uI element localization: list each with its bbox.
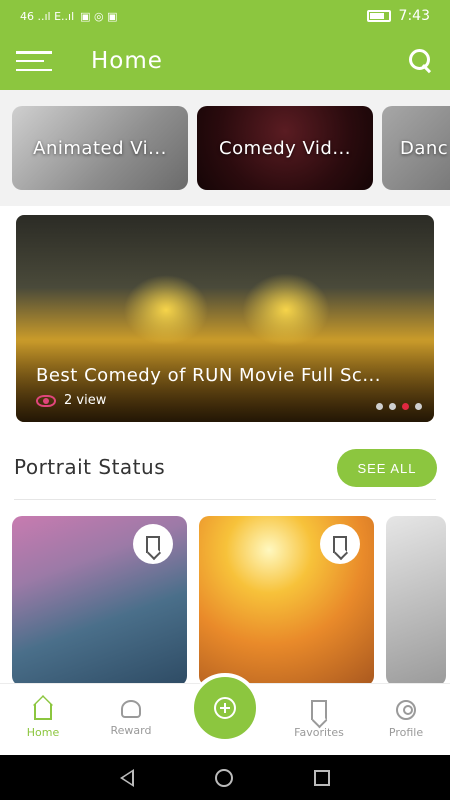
carousel-dot[interactable] [389,403,396,410]
banner-views: 2 view [36,393,106,408]
profile-icon [396,700,416,720]
banner-title: Best Comedy of RUN Movie Full Sc... [36,365,381,386]
category-label: Comedy Vid... [219,137,351,159]
plus-icon [214,697,236,719]
portrait-card[interactable] [199,516,374,686]
search-icon[interactable] [408,48,434,74]
carousel-dot[interactable] [415,403,422,410]
add-button[interactable] [190,673,260,743]
category-strip: Animated Vi... Comedy Vid... Danc [0,90,450,206]
carousel-dots [376,403,422,410]
home-icon [34,704,52,720]
status-right: 7:43 [366,8,430,24]
page-title: Home [91,48,163,74]
reward-icon [121,700,141,718]
status-time: 7:43 [398,8,430,24]
home-circle-icon[interactable] [214,768,233,787]
nav-favorites[interactable]: Favorites [279,700,359,739]
bookmark-button[interactable] [320,524,360,564]
nav-label: Home [26,726,60,739]
status-signal-area: 46 ..ıl E..ıl ▣ ◎ ▣ [20,10,118,23]
signal-text: 46 ..ıl E..ıl [20,9,75,23]
carousel-dot-active[interactable] [402,403,409,410]
nav-home[interactable]: Home [3,700,83,739]
battery-icon [366,10,391,22]
divider [14,499,436,500]
see-all-button[interactable]: SEE ALL [337,449,437,487]
banner-section: Best Comedy of RUN Movie Full Sc... 2 vi… [0,206,450,431]
system-navigation-bar [0,755,450,800]
bookmark-icon [311,700,327,720]
app-bar: Home [0,32,450,90]
recents-icon[interactable] [313,769,330,786]
category-card-dance[interactable]: Danc [382,106,450,190]
hamburger-menu-icon[interactable] [16,51,52,71]
status-bar: 46 ..ıl E..ıl ▣ ◎ ▣ 7:43 [0,0,450,32]
nav-label: Reward [110,724,152,737]
nav-label: Profile [388,726,424,739]
portrait-card[interactable] [386,516,446,686]
featured-banner[interactable]: Best Comedy of RUN Movie Full Sc... 2 vi… [16,215,434,422]
portrait-status-section: Portrait Status SEE ALL [0,431,450,686]
bookmark-icon [146,535,160,553]
view-count: 2 view [64,393,107,408]
bookmark-button[interactable] [133,524,173,564]
carousel-dot[interactable] [376,403,383,410]
notification-icons: ▣ ◎ ▣ [80,9,118,23]
category-label: Animated Vi... [33,137,167,159]
category-card-comedy[interactable]: Comedy Vid... [197,106,373,190]
bookmark-icon [333,535,347,553]
eye-icon [36,394,56,407]
category-card-animated[interactable]: Animated Vi... [12,106,188,190]
back-icon[interactable] [120,768,135,787]
nav-reward[interactable]: Reward [91,700,171,737]
portrait-card[interactable] [12,516,187,686]
nav-profile[interactable]: Profile [366,700,446,739]
category-label: Danc [400,137,449,159]
section-title: Portrait Status [14,455,166,479]
